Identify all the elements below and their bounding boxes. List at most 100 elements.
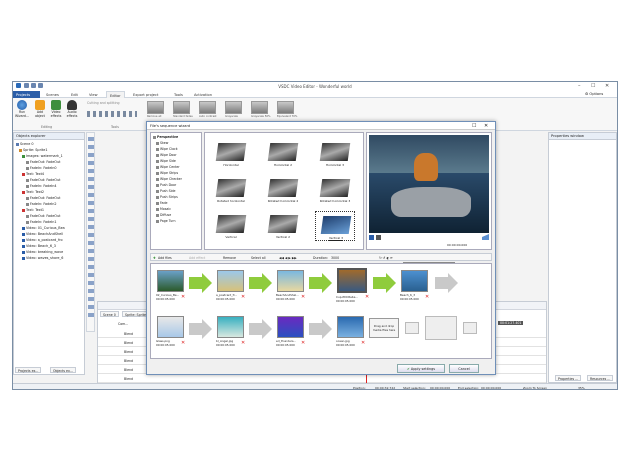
- transition-arrow-icon[interactable]: [309, 319, 332, 339]
- tree-item[interactable]: Video: a_postcard_fro: [22, 238, 63, 242]
- transition-cell[interactable]: Horizontal 3: [315, 139, 355, 169]
- minimize-button[interactable]: –: [578, 83, 581, 89]
- remove-clip-icon[interactable]: ✕: [241, 294, 245, 300]
- tree-item[interactable]: Video: waves_shore_6: [22, 256, 63, 260]
- transition-cell[interactable]: Rotated horizontal 2: [263, 175, 303, 205]
- tree-item[interactable]: FadeOut: FadeOut: [26, 178, 60, 182]
- tool-icons[interactable]: [88, 137, 94, 317]
- tree-item[interactable]: FadeIn: FadeIn4: [26, 184, 57, 188]
- options-menu[interactable]: ⚙ Options: [585, 92, 603, 96]
- tree-item[interactable]: Video: 01_Curious_Bea: [22, 226, 65, 230]
- transition-cell[interactable]: Horizontal: [211, 139, 251, 169]
- tab-resources[interactable]: Resources ...: [587, 375, 614, 381]
- remove-button[interactable]: Remove: [223, 256, 236, 260]
- category-item[interactable]: Perspective: [153, 135, 178, 139]
- media-nav-icons[interactable]: ◀◀ ◀ ▶ ▶▶: [279, 256, 297, 260]
- tree-item[interactable]: FadeOut: FadeOut: [26, 160, 60, 164]
- add-files-button[interactable]: Add files: [158, 256, 172, 260]
- cancel-button[interactable]: Cancel: [449, 364, 479, 373]
- transition-arrow-icon[interactable]: [249, 273, 272, 293]
- tab-view[interactable]: View: [86, 91, 101, 98]
- tab-export-project[interactable]: Export project: [130, 91, 161, 98]
- category-item[interactable]: Mosaic: [156, 207, 171, 211]
- tree-item[interactable]: Sprite: Sprite1: [19, 148, 48, 152]
- tab-objects-explorer[interactable]: Objects ex...: [50, 367, 76, 373]
- tree-item[interactable]: Text: Text4: [22, 172, 44, 176]
- tab-editor[interactable]: Editor: [106, 91, 125, 98]
- clip-thumb[interactable]: [337, 316, 364, 338]
- tree-item[interactable]: Video: breaking_wave: [22, 250, 63, 254]
- category-item[interactable]: Wipe Center: [156, 165, 180, 169]
- maximize-button[interactable]: ☐: [591, 83, 595, 89]
- transition-arrow-icon[interactable]: [249, 319, 272, 339]
- remove-clip-icon[interactable]: ✕: [301, 340, 305, 346]
- stop-button[interactable]: [376, 235, 381, 240]
- tree-item[interactable]: FadeIn: FadeIn0: [26, 166, 57, 170]
- drop-zone[interactable]: Drag and drop media files here: [369, 318, 399, 338]
- category-item[interactable]: Wipe Door: [156, 153, 177, 157]
- effect-thumb-0[interactable]: [147, 101, 164, 114]
- effect-thumb-2[interactable]: [199, 101, 216, 114]
- video-effects-button[interactable]: Video effects: [49, 100, 63, 118]
- remove-clip-icon[interactable]: ✕: [181, 294, 185, 300]
- tools-icons-row[interactable]: [87, 111, 137, 117]
- tab-scene-0[interactable]: Scene 0: [100, 311, 119, 317]
- category-item[interactable]: Skew: [156, 141, 168, 145]
- tab-projects[interactable]: Projects: [13, 91, 40, 98]
- category-item[interactable]: Diffuse: [156, 213, 171, 217]
- transition-arrow-icon[interactable]: [189, 273, 212, 293]
- clip-thumb-selected[interactable]: [337, 268, 367, 293]
- transition-arrow-icon[interactable]: [435, 273, 458, 293]
- effect-thumb-3[interactable]: [225, 101, 242, 114]
- transition-cell[interactable]: Rotated horizontal: [211, 175, 251, 205]
- clip-thumb[interactable]: [277, 316, 304, 338]
- remove-clip-icon[interactable]: ✕: [425, 294, 429, 300]
- category-item[interactable]: Wipe Clock: [156, 147, 178, 151]
- tree-item[interactable]: FadeIn: FadeIn2: [26, 202, 57, 206]
- category-item[interactable]: Fade: [156, 201, 167, 205]
- tree-item[interactable]: FadeIn: FadeIn1: [26, 220, 57, 224]
- remove-clip-icon[interactable]: ✕: [301, 294, 305, 300]
- tab-activation[interactable]: Activation: [191, 91, 215, 98]
- remove-clip-icon[interactable]: ✕: [181, 340, 185, 346]
- transition-arrow-icon[interactable]: [189, 319, 212, 339]
- audio-effects-button[interactable]: Audio effects: [65, 100, 79, 118]
- clip-thumb[interactable]: [157, 270, 184, 292]
- category-item[interactable]: Wipe Checker: [156, 177, 182, 181]
- transition-cell[interactable]: Rotated horizontal 3: [315, 175, 355, 205]
- remove-clip-icon[interactable]: ✕: [361, 340, 365, 346]
- tab-tools[interactable]: Tools: [171, 91, 186, 98]
- effect-thumb-1[interactable]: [173, 101, 190, 114]
- tab-scenes[interactable]: Scenes: [43, 91, 62, 98]
- volume-icon[interactable]: [475, 234, 489, 240]
- category-item[interactable]: Wipe Side: [156, 159, 176, 163]
- tab-edit[interactable]: Edit: [68, 91, 81, 98]
- remove-clip-icon[interactable]: ✕: [365, 294, 369, 300]
- zoom-to-screen[interactable]: Zoom To Screen: [523, 386, 547, 390]
- tab-properties[interactable]: Properties ...: [555, 375, 582, 381]
- transition-cell-selected[interactable]: Vertical 3: [315, 211, 355, 241]
- effect-thumb-4[interactable]: [251, 101, 268, 114]
- clip-thumb[interactable]: [401, 270, 428, 292]
- transition-arrow-icon[interactable]: [309, 273, 332, 293]
- transition-cell[interactable]: Vertical 2: [263, 211, 303, 241]
- clip-thumb[interactable]: [217, 270, 244, 292]
- add-object-button[interactable]: Add object: [33, 100, 47, 118]
- dialog-close-button[interactable]: ✕: [484, 123, 488, 129]
- track-row[interactable]: Blend: [98, 375, 546, 383]
- cutting-splitting-label[interactable]: Cutting and splitting: [87, 101, 120, 105]
- dialog-maximize-button[interactable]: ☐: [472, 123, 476, 129]
- clip-thumb[interactable]: [277, 270, 304, 292]
- apply-settings-button[interactable]: ✔ Apply settings: [397, 364, 445, 373]
- remove-clip-icon[interactable]: ✕: [241, 340, 245, 346]
- tree-item[interactable]: Text: Text1: [22, 208, 44, 212]
- category-item[interactable]: Wipe Strips: [156, 171, 178, 175]
- tree-item[interactable]: Video: Beach_6_3: [22, 244, 56, 248]
- category-item[interactable]: Push Side: [156, 189, 175, 193]
- transition-cell[interactable]: Vertical: [211, 211, 251, 241]
- clip-thumb[interactable]: [217, 316, 244, 338]
- category-item[interactable]: Page Turn: [156, 219, 176, 223]
- clip-thumb[interactable]: [157, 316, 184, 338]
- effect-thumb-5[interactable]: [277, 101, 294, 114]
- tree-item[interactable]: FadeOut: FadeOut: [26, 214, 60, 218]
